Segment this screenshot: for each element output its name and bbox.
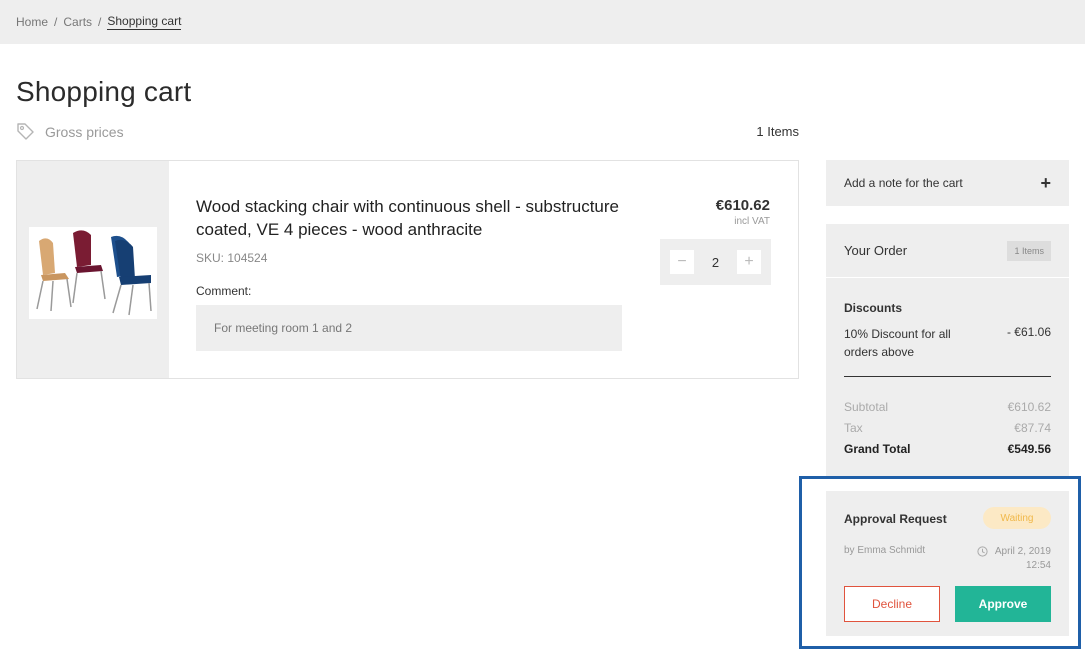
items-count: 1 Items bbox=[756, 124, 799, 139]
subtotal-label: Subtotal bbox=[844, 400, 889, 414]
approval-title: Approval Request bbox=[844, 512, 947, 526]
product-name[interactable]: Wood stacking chair with continuous shel… bbox=[196, 195, 636, 241]
breadcrumb-home[interactable]: Home bbox=[16, 15, 48, 29]
order-summary-title: Your Order bbox=[844, 243, 908, 258]
discount-name: 10% Discount for all orders above bbox=[844, 327, 951, 359]
tag-icon bbox=[17, 123, 34, 140]
approval-datetime: April 2, 2019 12:54 bbox=[977, 545, 1051, 573]
approval-time: 12:54 bbox=[1025, 560, 1051, 571]
order-summary-header: Your Order 1 Items bbox=[826, 224, 1069, 278]
price-type-label: Gross prices bbox=[45, 123, 124, 140]
approve-button[interactable]: Approve bbox=[955, 586, 1051, 622]
order-summary: Your Order 1 Items Discounts 10% Discoun… bbox=[826, 224, 1069, 478]
quantity-stepper: − 2 + bbox=[660, 239, 771, 285]
clock-icon bbox=[977, 546, 988, 557]
price-type: Gross prices bbox=[16, 122, 124, 141]
breadcrumb-separator: / bbox=[98, 15, 102, 29]
order-items-badge: 1 Items bbox=[1007, 240, 1051, 261]
discounts-title: Discounts bbox=[844, 301, 903, 315]
grand-total-row: Grand Total €549.56 bbox=[844, 442, 1051, 456]
grand-total-value: €549.56 bbox=[1007, 442, 1051, 456]
vat-note: incl VAT bbox=[734, 216, 770, 227]
decline-button[interactable]: Decline bbox=[844, 586, 940, 622]
add-note-label: Add a note for the cart bbox=[844, 176, 963, 190]
increase-quantity-button[interactable]: + bbox=[736, 250, 761, 274]
breadcrumb: Home / Carts / Shopping cart bbox=[0, 0, 1085, 44]
comment-label: Comment: bbox=[196, 284, 252, 298]
comment-input[interactable] bbox=[196, 305, 622, 351]
grand-total-label: Grand Total bbox=[844, 442, 911, 456]
breadcrumb-current[interactable]: Shopping cart bbox=[107, 14, 182, 30]
plus-icon[interactable]: + bbox=[1040, 173, 1051, 194]
breadcrumb-carts[interactable]: Carts bbox=[63, 15, 92, 29]
cart-item: Wood stacking chair with continuous shel… bbox=[16, 160, 799, 379]
divider bbox=[844, 376, 1051, 377]
discount-value: - €61.06 bbox=[1006, 325, 1051, 339]
approval-request: Approval Request Waiting by Emma Schmidt… bbox=[826, 491, 1069, 636]
breadcrumb-separator: / bbox=[54, 15, 58, 29]
product-price: €610.62 bbox=[715, 197, 770, 214]
product-image[interactable] bbox=[29, 227, 157, 319]
product-image-area bbox=[17, 161, 169, 378]
status-badge: Waiting bbox=[983, 507, 1051, 529]
decrease-quantity-button[interactable]: − bbox=[670, 250, 694, 274]
quantity-value: 2 bbox=[711, 254, 720, 270]
approval-requester: by Emma Schmidt bbox=[844, 545, 926, 556]
approval-date: April 2, 2019 bbox=[994, 546, 1051, 557]
tax-label: Tax bbox=[844, 421, 863, 435]
subtotal-row: Subtotal €610.62 bbox=[844, 400, 1051, 414]
page-title: Shopping cart bbox=[16, 76, 192, 107]
add-note-toggle[interactable]: Add a note for the cart + bbox=[826, 160, 1069, 206]
tax-value: €87.74 bbox=[1014, 421, 1051, 435]
tax-row: Tax €87.74 bbox=[844, 421, 1051, 435]
subtotal-value: €610.62 bbox=[1007, 400, 1051, 414]
product-sku: SKU: 104524 bbox=[196, 251, 268, 265]
